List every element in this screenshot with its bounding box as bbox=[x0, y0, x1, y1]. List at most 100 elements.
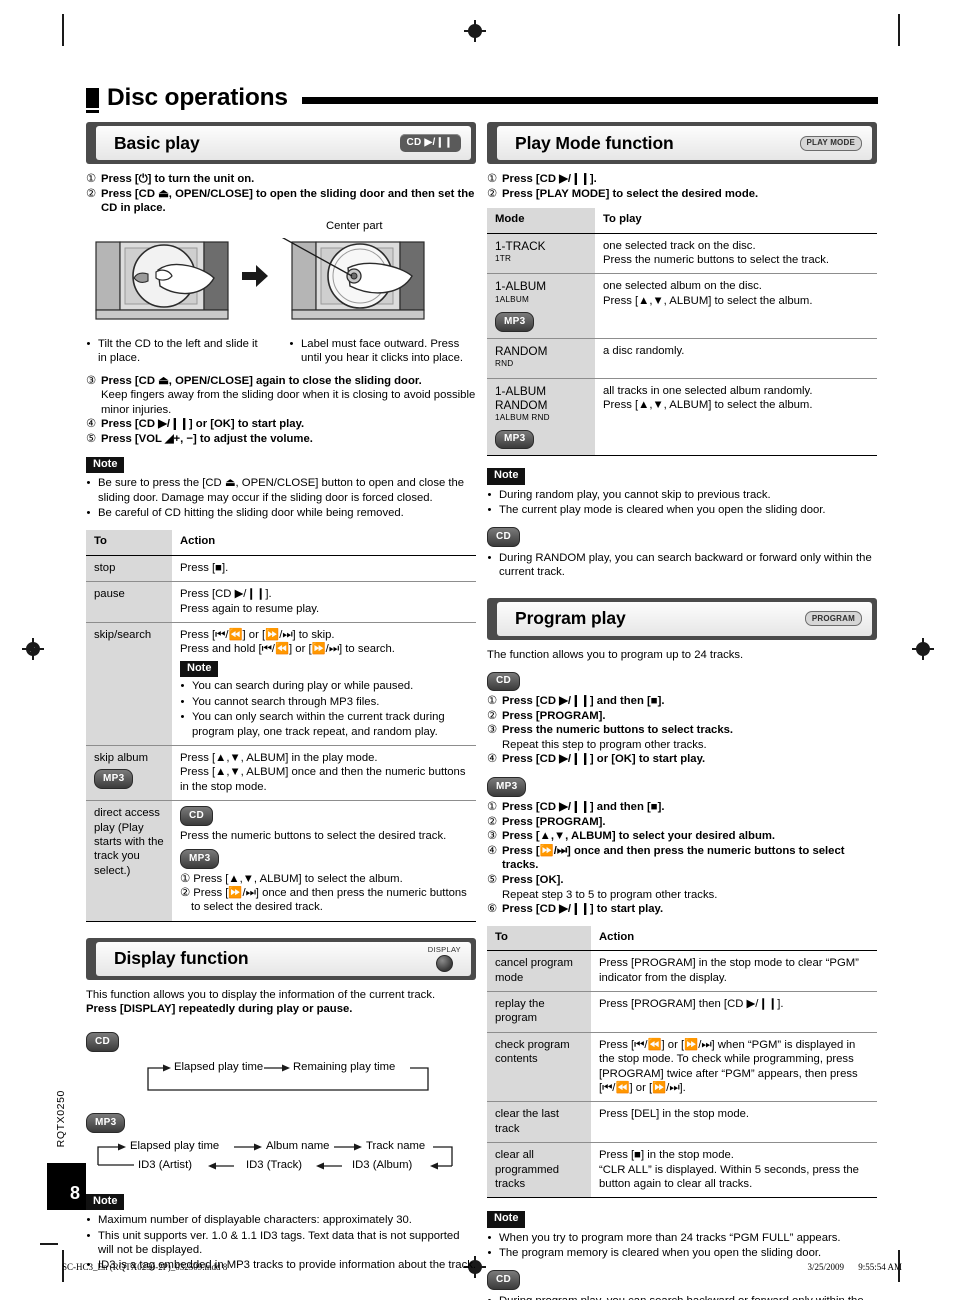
mode-indicator: 1ALBUM bbox=[495, 294, 529, 304]
intro-text: This function allows you to display the … bbox=[86, 988, 436, 1001]
list-item: • Be sure to press the [CD ⏏, OPEN/CLOSE]… bbox=[86, 476, 476, 505]
mp3-flow-block: MP3 Elapsed play time Album name Track n… bbox=[86, 1112, 476, 1181]
row-label: pause bbox=[86, 581, 172, 623]
step-text: Press [CD ▶/❙❙]. bbox=[502, 173, 597, 185]
list-item: • During RANDOM play, you can search back… bbox=[487, 551, 877, 580]
list-item: • The program memory is cleared when you … bbox=[487, 1247, 822, 1260]
list-item: ④ Press [⏩/⏭] once and then press the num… bbox=[487, 844, 877, 873]
footer-time: 9:55:54 AM bbox=[858, 1262, 902, 1272]
row-label: check program contents bbox=[487, 1032, 591, 1103]
row-action: one selected track on the disc. Press th… bbox=[595, 233, 877, 275]
play-mode-key-icon: PLAY MODE bbox=[799, 135, 862, 151]
mode-indicator: 1TR bbox=[495, 254, 512, 263]
footer-timestamp: 3/25/2009 9:55:54 AM bbox=[795, 1262, 902, 1272]
display-function-note-block: Note • Maximum number of displayable char… bbox=[86, 1191, 476, 1273]
step-number: ④ bbox=[487, 843, 498, 857]
column-header-to: To bbox=[487, 925, 591, 952]
step-text: Press [CD ▶/❙❙] or [OK] to start play. bbox=[502, 753, 706, 766]
action-line: Press [⏮/⏪] or [⏩/⏭] to skip. bbox=[180, 628, 335, 641]
crop-mark-bottom-rule bbox=[40, 1243, 58, 1245]
row-label: skip/search bbox=[86, 622, 172, 746]
row-label-text: skip album bbox=[94, 751, 148, 764]
mp3-badge: MP3 bbox=[487, 777, 527, 797]
section-header-basic-play: Basic play CD ▶/❙❙ bbox=[86, 122, 476, 164]
display-knob-icon bbox=[435, 955, 453, 973]
step-number: ② bbox=[86, 186, 97, 200]
chapter-title: Disc operations bbox=[86, 85, 878, 114]
table-row: stop Press [■]. bbox=[86, 555, 476, 583]
list-item: • You cannot search through MP3 files. bbox=[180, 695, 380, 708]
mp3-badge: MP3 bbox=[495, 429, 535, 450]
step-text: Press [PROGRAM]. bbox=[502, 709, 606, 722]
left-column: Basic play CD ▶/❙❙ ① Press [⏻] to turn th… bbox=[86, 122, 476, 1273]
mp3-badge: MP3 bbox=[495, 312, 535, 332]
note-badge: Note bbox=[86, 456, 125, 474]
step-number: ③ bbox=[86, 373, 97, 387]
action-line: Press [■]. bbox=[180, 561, 229, 574]
table-header-row: To Action bbox=[487, 925, 877, 952]
crop-mark-top-left bbox=[62, 14, 64, 46]
list-item: ⑤ Press [OK]. bbox=[487, 873, 877, 888]
mode-name: 1-TRACK bbox=[495, 238, 546, 253]
list-item: ③ Press [CD ⏏, OPEN/CLOSE] again to close… bbox=[86, 374, 476, 389]
row-label: 1-TRACK 1TR bbox=[487, 233, 595, 275]
list-item: • During random play, you cannot skip to … bbox=[487, 488, 771, 501]
action-line: Press [■] in the stop mode. bbox=[599, 1149, 734, 1162]
section-title-play-mode: Play Mode function bbox=[515, 132, 674, 153]
row-action: Press [⏮/⏪] or [⏩/⏭] when “PGM” is displ… bbox=[591, 1032, 877, 1103]
step-text: Press [⏩/⏭] once and then press the nume… bbox=[502, 844, 845, 872]
section-title-display-function: Display function bbox=[114, 948, 249, 969]
action-line: Press the numeric buttons to select the … bbox=[603, 254, 830, 266]
cd-loading-illustration: Center part bbox=[86, 220, 476, 334]
manual-page: Disc operations Basic play CD ▶/❙❙ ① Pres… bbox=[0, 0, 954, 1300]
play-mode-steps: ① Press [CD ▶/❙❙]. ② Press [PLAY MODE] to … bbox=[487, 172, 877, 201]
illustration-svg bbox=[95, 237, 425, 320]
row-action: a disc randomly. bbox=[595, 338, 877, 379]
basic-play-note-block: Note • Be sure to press the [CD ⏏, OPEN/C… bbox=[86, 454, 476, 521]
cd-flow-svg bbox=[147, 1064, 429, 1091]
step-text: Press [CD ⏏, OPEN/CLOSE] again to close … bbox=[101, 374, 422, 387]
action-line: Press [▲,▼, ALBUM] to select the album. bbox=[603, 398, 813, 411]
action-line: one selected album on the disc. bbox=[603, 280, 762, 293]
registration-mark-right bbox=[912, 638, 934, 660]
action-line: a disc randomly. bbox=[603, 344, 685, 357]
flow-node: ID3 (Track) bbox=[246, 1158, 303, 1171]
step-text: Press [▲,▼, ALBUM] to select your desire… bbox=[502, 830, 776, 843]
row-label: 1-ALBUM RANDOM 1ALBUM RND MP3 bbox=[487, 378, 595, 457]
mode-name: RANDOM bbox=[495, 343, 548, 358]
flow-node: Album name bbox=[266, 1139, 330, 1152]
flow-node: Elapsed play time bbox=[174, 1060, 264, 1073]
step-subtext: Keep fingers away from the sliding door … bbox=[101, 389, 476, 416]
note-text: Be sure to press the [CD ⏏, OPEN/CLOSE] … bbox=[98, 477, 465, 504]
title-rule bbox=[301, 97, 878, 105]
table-header-row: To Action bbox=[86, 530, 476, 556]
note-text: You can search during play or while paus… bbox=[192, 680, 414, 693]
mode-indicator: RND bbox=[495, 359, 514, 369]
list-item: • The current play mode is cleared when y… bbox=[487, 504, 826, 517]
step-text: Press [CD ▶/❙❙] and then [■]. bbox=[502, 695, 665, 708]
row-action: Press [CD ▶/❙❙]. Press again to resume p… bbox=[172, 581, 476, 623]
table-header-row: Mode To play bbox=[487, 208, 877, 234]
row-label: replay the program bbox=[487, 991, 591, 1033]
cd-badge: CD bbox=[180, 806, 214, 826]
program-play-mp3-steps: ① Press [CD ▶/❙❙] and then [■]. ② Press [P… bbox=[487, 800, 877, 917]
step-number: ① bbox=[487, 694, 498, 708]
footer-date: 3/25/2009 bbox=[807, 1262, 844, 1272]
row-label: clear the last track bbox=[487, 1101, 591, 1144]
basic-play-steps: ① Press [⏻] to turn the unit on. ② Press [… bbox=[86, 172, 476, 216]
action-line: Press [CD ▶/❙❙]. bbox=[180, 588, 272, 601]
table-row: cancel program mode Press [PROGRAM] in t… bbox=[487, 950, 877, 992]
cd-play-pause-key-icon: CD ▶/❙❙ bbox=[400, 134, 461, 152]
table-row: direct access play (Play starts with the… bbox=[86, 800, 476, 922]
list-item: ④ Press [CD ▶/❙❙] or [OK] to start play. bbox=[487, 752, 877, 767]
mode-name: 1-ALBUM RANDOM bbox=[495, 383, 548, 412]
row-action: one selected album on the disc. Press [▲… bbox=[595, 273, 877, 339]
list-item: ② Press [CD ⏏, OPEN/CLOSE] to open the sl… bbox=[86, 187, 476, 216]
footer-filename: SC-HC3_En (RQTX0250-2P)_032509.indd 8 bbox=[62, 1262, 228, 1272]
mode-indicator: 1ALBUM RND bbox=[495, 412, 550, 422]
caption-text: Label must face outward. Press until you… bbox=[301, 337, 464, 365]
list-item: ⑤ Press [VOL ◢+, −] to adjust the volume. bbox=[86, 432, 476, 447]
list-item: ② Press [PLAY MODE] to select the desired… bbox=[487, 187, 877, 202]
program-key-icon: PROGRAM bbox=[804, 611, 862, 627]
list-item: ③ Press the numeric buttons to select tra… bbox=[487, 723, 877, 738]
